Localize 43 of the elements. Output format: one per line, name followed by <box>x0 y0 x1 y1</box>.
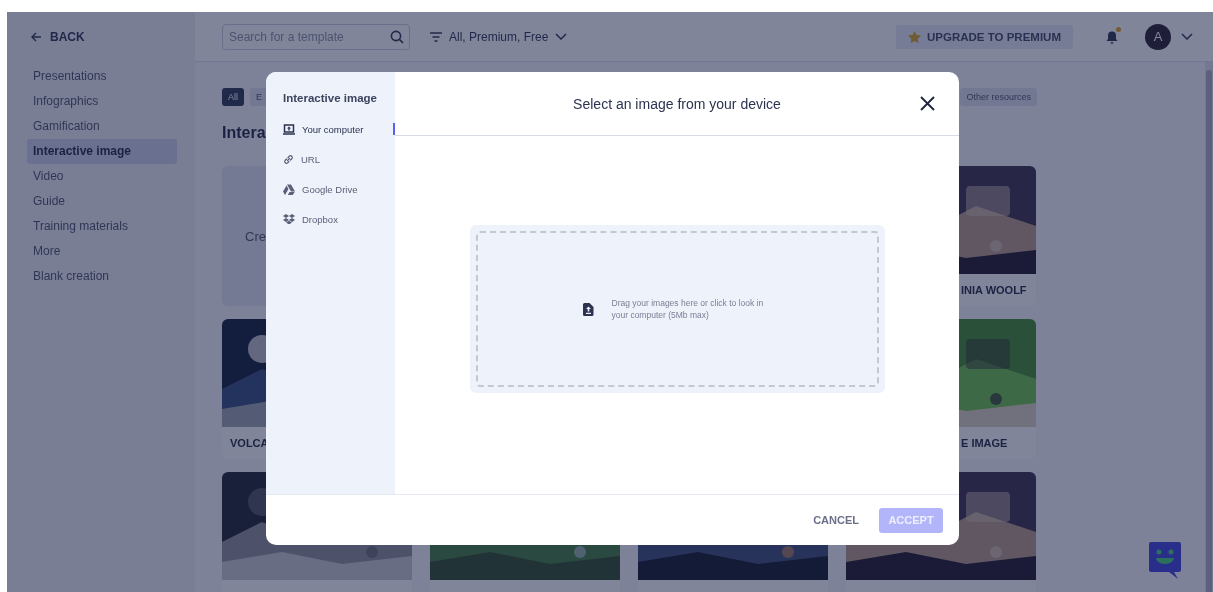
dropbox-icon <box>283 214 295 224</box>
file-upload-icon <box>582 302 594 316</box>
sidebar-item[interactable]: Blank creation <box>27 264 177 289</box>
drive-icon <box>283 183 295 195</box>
scrollbar[interactable] <box>1205 62 1213 592</box>
card-label: Cre <box>245 228 267 244</box>
dialog-title: Select an image from your device <box>573 95 781 112</box>
sidebar-item[interactable]: More <box>27 239 177 264</box>
close-icon[interactable] <box>920 96 935 111</box>
sidebar-item[interactable]: Infographics <box>27 89 177 114</box>
sidebar-item[interactable]: Gamification <box>27 114 177 139</box>
search-icon <box>390 29 404 44</box>
filter-chip[interactable]: All <box>222 88 244 106</box>
filter-icon <box>430 31 442 42</box>
source-tab[interactable]: Dropbox <box>283 204 395 234</box>
card-title: INIA WOOLF <box>961 284 1027 296</box>
sidebar-item[interactable]: Interactive image <box>27 139 177 164</box>
user-avatar[interactable]: A <box>1145 23 1171 50</box>
page-title: Intera <box>222 124 266 141</box>
filter-dropdown[interactable]: All, Premium, Free <box>430 29 568 44</box>
sidebar-item[interactable]: Presentations <box>27 64 177 89</box>
source-tab[interactable]: URL <box>283 144 395 174</box>
drop-zone[interactable]: Drag your images here or click to look in your computer (5Mb max) <box>469 225 885 393</box>
chat-bubble-icon[interactable] <box>1148 540 1182 580</box>
back-arrow-icon <box>31 32 42 42</box>
chevron-down-icon <box>555 33 568 40</box>
drop-zone-hint: Drag your images here or click to look in your computer (5Mb max) <box>611 297 765 321</box>
active-tab-indicator <box>393 123 395 135</box>
cancel-button[interactable]: CANCEL <box>807 513 865 527</box>
sidebar-item[interactable]: Training materials <box>27 214 177 239</box>
source-tab[interactable]: Google Drive <box>283 174 395 204</box>
sidebar-item[interactable]: Guide <box>27 189 177 214</box>
laptop-icon <box>283 123 295 135</box>
chevron-down-icon[interactable] <box>1181 33 1193 40</box>
upgrade-button[interactable]: UPGRADE TO PREMIUM <box>896 24 1073 49</box>
source-tab[interactable]: Your computer <box>283 114 395 144</box>
back-link[interactable]: BACK <box>31 26 177 48</box>
card-title: E IMAGE <box>961 437 1008 449</box>
link-icon <box>283 153 294 165</box>
dialog-sidebar-title: Interactive image <box>283 92 378 104</box>
filter-chip[interactable]: Other resources <box>960 88 1037 106</box>
sidebar-item[interactable]: Video <box>27 164 177 189</box>
star-icon <box>908 30 922 43</box>
